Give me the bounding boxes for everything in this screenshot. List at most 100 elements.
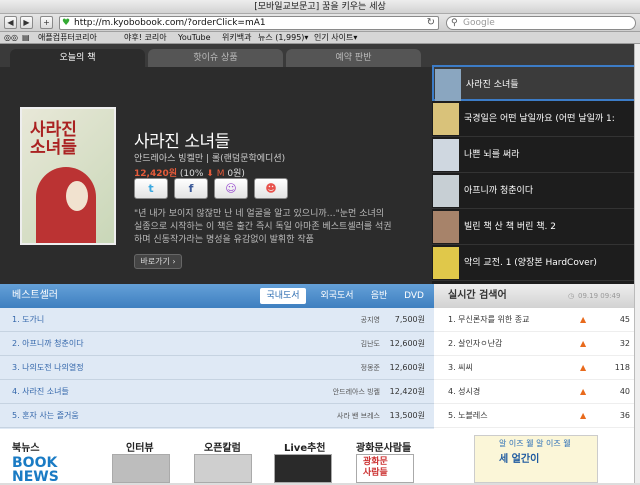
tab-foreign[interactable]: 외국도서 [314,288,360,304]
book-thumbnail [433,175,459,207]
down-arrow-icon: ⬇ [206,169,214,179]
bookmark-item[interactable]: 애플컴퓨터코리아 [38,32,97,43]
bestseller-heading: 베스트셀러 [12,290,58,301]
me2day-icon[interactable]: ☺ [214,178,248,199]
list-item[interactable]: 빌린 책 산 책 버린 책. 2 [432,209,640,245]
list-item-title: 사라진 소녀들 [466,80,519,90]
book-title[interactable]: 3. 나의도전 나의열정 [12,356,84,380]
gwanghwamun-people-banner[interactable]: 광화문 사람들 [356,454,414,483]
table-row[interactable]: 3. 나의도전 나의열정 정몽준 12,600원 [0,356,434,380]
table-row[interactable]: 4. 사라진 소녀들 안드레아스 빙켈 12,420원 [0,380,434,404]
up-arrow-icon: ▲ [580,363,587,372]
list-item[interactable]: 4. 성시경 ▲ 40 [434,380,634,404]
book-price: 12,420원 [389,387,425,396]
add-bookmark-button[interactable]: + [40,16,53,29]
list-item-title: 악의 교전. 1 (양장본 HardCover) [464,258,597,268]
search-input[interactable]: ⚲ Google [446,16,636,30]
featured-tabs: 오늘의 책 핫이슈 상품 예약 판반 [0,49,432,67]
search-count: 40 [619,387,630,396]
live-photo[interactable] [274,454,332,483]
book-title[interactable]: 사라진 소녀들 [134,127,230,152]
book-thumbnail [433,103,459,135]
bookmark-item[interactable]: 위키백과 [222,32,251,43]
vertical-scrollbar[interactable] [634,44,640,483]
book-title[interactable]: 2. 아프니까 청춘이다 [12,332,84,356]
section-open-column[interactable]: 오픈칼럼 [204,439,241,454]
table-row[interactable]: 1. 도가니 공지영 7,500원 [0,308,434,332]
list-item[interactable]: 아프니까 청춘이다 [432,173,640,209]
reload-icon[interactable]: ↻ [427,17,435,29]
tab-dvd[interactable]: DVD [400,288,428,304]
address-bar[interactable]: ♥ http://m.kyobobook.com/?orderClick=mA1… [59,16,439,30]
tab-hot-issue[interactable]: 핫이슈 상품 [148,49,283,67]
section-live-recommend[interactable]: Live추천 [284,439,326,454]
list-item[interactable]: 나쁜 뇌를 써라 [432,137,640,173]
list-item-title: 아프니까 청춘이다 [464,186,534,196]
search-term[interactable]: 1. 무신론자를 위한 종교 [448,308,530,332]
bookmark-item[interactable]: 인기 사이트▾ [314,32,357,43]
column-photo[interactable] [194,454,252,483]
list-item-title: 빌린 책 산 책 버린 책. 2 [464,222,556,232]
reading-glasses-icon[interactable]: ◎◎ [4,32,18,43]
facebook-icon[interactable]: f [174,178,208,199]
window-title: [모바일교보문고] 꿈을 키우는 세상 [0,0,640,14]
list-item[interactable]: 5. 노블레스 ▲ 36 [434,404,634,428]
search-term[interactable]: 4. 성시경 [448,380,480,404]
go-to-book-button[interactable]: 바로가기 › [134,254,182,269]
tab-domestic[interactable]: 국내도서 [260,288,306,304]
back-button[interactable]: ◀ [4,16,17,29]
bookmark-item[interactable]: 야후! 코리아 [124,32,167,43]
search-term[interactable]: 2. 살인자ㅇ난감 [448,332,502,356]
ad-banner[interactable]: 알 이즈 웰 알 이즈 웰 세 얼간이 [474,435,598,483]
book-title[interactable]: 5. 혼자 사는 즐거움 [12,404,79,428]
book-thumbnail [433,211,459,243]
featured-section: 오늘의 책 핫이슈 상품 예약 판반 사라진 소녀들 사라진 소녀들 안드레아스… [0,44,640,284]
book-feature: 사라진 소녀들 사라진 소녀들 안드레아스 빙켈만 | 롤(랜덤문학에디션) 1… [0,67,432,284]
book-cover[interactable]: 사라진 소녀들 [20,107,116,245]
booknews-logo[interactable]: BOOK NEWS [12,456,59,484]
yozm-icon[interactable]: ☻ [254,178,288,199]
up-arrow-icon: ▲ [580,411,587,420]
list-item[interactable]: 1. 무신론자를 위한 종교 ▲ 45 [434,308,634,332]
book-price: 12,600원 [389,363,425,372]
tab-today-book[interactable]: 오늘의 책 [10,49,145,67]
table-row[interactable]: 2. 아프니까 청춘이다 김난도 12,600원 [0,332,434,356]
list-item[interactable]: 국경일은 어떤 날일까요 (어떤 날일까 1: [432,101,640,137]
featured-list: 사라진 소녀들 국경일은 어떤 날일까요 (어떤 날일까 1: 나쁜 뇌를 써라… [432,65,640,284]
realtime-search-panel: 실시간 검색어 ◷ 09.19 09:49 1. 무신론자를 위한 종교 ▲ 4… [434,284,634,429]
bookmark-item[interactable]: YouTube [178,32,211,43]
table-row[interactable]: 5. 혼자 사는 즐거움 사라 밴 브레스 13,500원 [0,404,434,428]
up-arrow-icon: ▲ [580,315,587,324]
list-item[interactable]: 2. 살인자ㅇ난감 ▲ 32 [434,332,634,356]
section-booknews[interactable]: 북뉴스 [12,439,40,454]
search-term[interactable]: 3. 씨씨 [448,356,473,380]
forward-button[interactable]: ▶ [20,16,33,29]
section-gwanghwamun-people[interactable]: 광화문사람들 [356,439,411,454]
gwanghwamun-text: 광화문 사람들 [363,457,388,478]
search-count: 32 [619,339,630,348]
tab-reservation[interactable]: 예약 판반 [286,49,421,67]
book-thumbnail [435,69,461,101]
footer-sections: 북뉴스 BOOK NEWS 인터뷰 오픈칼럼 Live추천 광화문사람들 광화문… [0,429,634,484]
cover-title: 사라진 소녀들 [30,120,77,158]
list-item[interactable]: 3. 씨씨 ▲ 118 [434,356,634,380]
search-placeholder: Google [463,18,495,28]
list-item[interactable]: 악의 교전. 1 (양장본 HardCover) [432,245,640,281]
tab-music[interactable]: 음반 [366,288,392,304]
twitter-icon[interactable]: t [134,178,168,199]
book-title[interactable]: 4. 사라진 소녀들 [12,380,69,404]
bookmark-item[interactable]: 뉴스 (1,995)▾ [258,32,308,43]
search-term[interactable]: 5. 노블레스 [448,404,488,428]
clock-icon: ◷ [568,292,575,300]
bestseller-panel: 베스트셀러 국내도서 외국도서 음반 DVD 1. 도가니 공지영 7,500원… [0,284,434,429]
book-price: 13,500원 [389,411,425,420]
interview-photo[interactable] [112,454,170,483]
realtime-heading: 실시간 검색어 [448,290,507,301]
realtime-timestamp: 09.19 09:49 [578,292,621,300]
book-icon[interactable]: ▤ [22,32,30,43]
book-title[interactable]: 1. 도가니 [12,308,44,332]
realtime-header: 실시간 검색어 ◷ 09.19 09:49 [434,284,634,308]
list-item-title: 나쁜 뇌를 써라 [464,150,520,160]
section-interview[interactable]: 인터뷰 [126,439,154,454]
list-item[interactable]: 사라진 소녀들 [432,65,640,101]
